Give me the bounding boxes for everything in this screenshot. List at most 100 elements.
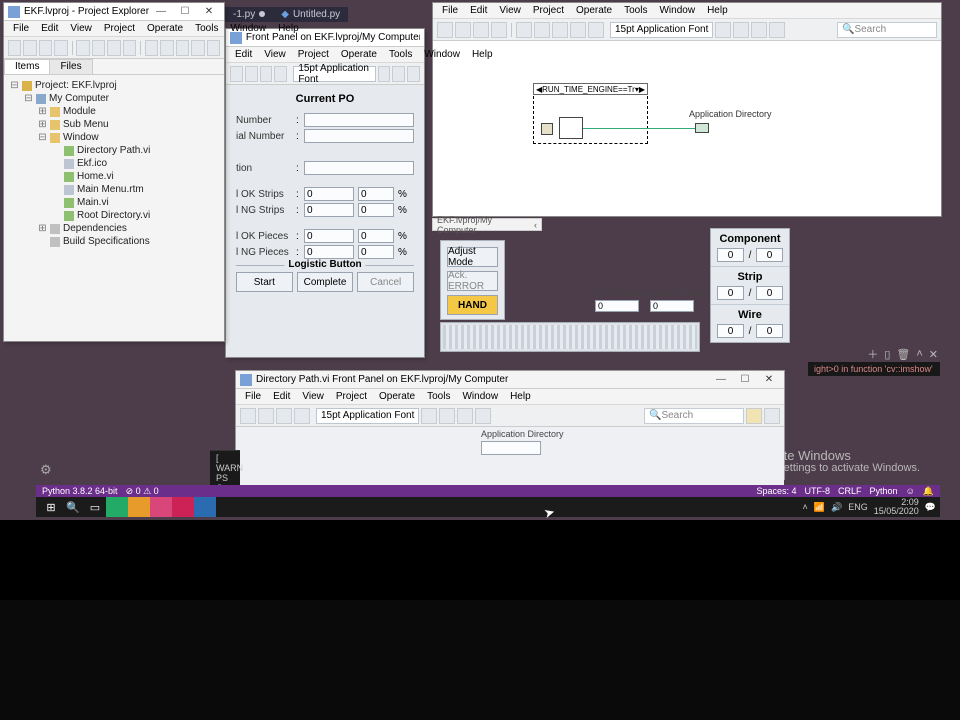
split-icon[interactable]: ▯ xyxy=(884,348,890,361)
vi-icon-button[interactable] xyxy=(764,408,780,424)
delete-button[interactable] xyxy=(123,40,136,56)
run-button[interactable] xyxy=(230,66,243,82)
run-button[interactable] xyxy=(240,408,256,424)
menu-help[interactable]: Help xyxy=(702,5,733,16)
menu-help[interactable]: Help xyxy=(505,391,536,402)
minimize-button[interactable]: — xyxy=(710,373,732,387)
menu-window[interactable]: Window xyxy=(654,5,700,16)
close-button[interactable]: ✕ xyxy=(758,373,780,387)
menu-operate[interactable]: Operate xyxy=(336,49,382,60)
volume-icon[interactable]: 🔊 xyxy=(831,502,842,513)
tree-homevi[interactable]: Home.vi xyxy=(77,170,114,183)
editor-tab-1[interactable]: -1.py xyxy=(225,7,273,22)
close-button[interactable]: ✕ xyxy=(198,5,220,19)
status-spaces[interactable]: Spaces: 4 xyxy=(757,486,797,497)
align-button[interactable] xyxy=(715,22,731,38)
pause-button[interactable] xyxy=(294,408,310,424)
pause-button[interactable] xyxy=(491,22,507,38)
case-next-icon[interactable]: ▶ xyxy=(639,85,645,94)
titlebar[interactable]: Directory Path.vi Front Panel on EKF.lvp… xyxy=(236,371,784,389)
menu-project[interactable]: Project xyxy=(331,391,372,402)
menu-tools[interactable]: Tools xyxy=(190,23,223,34)
number-input[interactable] xyxy=(304,113,414,127)
menu-view[interactable]: View xyxy=(65,23,97,34)
run-button[interactable] xyxy=(437,22,453,38)
tion-input[interactable] xyxy=(304,161,414,175)
taskbar-app-4[interactable] xyxy=(172,497,194,517)
ngstrips-pct-input[interactable] xyxy=(358,203,394,217)
menu-tools[interactable]: Tools xyxy=(384,49,417,60)
find-button[interactable] xyxy=(176,40,189,56)
feedback-icon[interactable]: ☺ xyxy=(906,486,915,497)
new-button[interactable] xyxy=(8,40,21,56)
highlight-button[interactable] xyxy=(516,22,532,38)
menu-edit[interactable]: Edit xyxy=(230,49,257,60)
wifi-icon[interactable]: 📶 xyxy=(814,502,825,513)
chevron-up-icon[interactable]: ˄ xyxy=(916,348,922,360)
tree-buildspec[interactable]: Build Specifications xyxy=(63,235,150,248)
project-breadcrumb[interactable]: EKF.lvproj/My Computer ‹ xyxy=(432,218,542,231)
menu-window[interactable]: Window xyxy=(457,391,503,402)
search-input[interactable]: 🔍 Search xyxy=(644,408,744,424)
okpieces-pct-input[interactable] xyxy=(358,229,394,243)
appdir-indicator[interactable] xyxy=(481,441,541,455)
minimize-button[interactable]: — xyxy=(150,5,172,19)
resolve-button[interactable] xyxy=(160,40,173,56)
tree-mainmenurtm[interactable]: Main Menu.rtm xyxy=(77,183,144,196)
menu-window[interactable]: Window xyxy=(419,49,465,60)
open-button[interactable] xyxy=(23,40,36,56)
menu-view[interactable]: View xyxy=(259,49,291,60)
indicator-terminal[interactable] xyxy=(695,123,709,133)
tree-module[interactable]: Module xyxy=(63,105,96,118)
status-problems[interactable]: ⊘ 0 ⚠ 0 xyxy=(126,486,159,497)
step-out-button[interactable] xyxy=(588,22,604,38)
distribute-button[interactable] xyxy=(392,66,405,82)
editor-tab-2[interactable]: ◆Untitled.py xyxy=(273,7,348,22)
menu-project[interactable]: Project xyxy=(293,49,334,60)
sliders[interactable] xyxy=(443,325,697,349)
taskbar-app-2[interactable] xyxy=(128,497,150,517)
align-button[interactable] xyxy=(378,66,391,82)
save-button[interactable] xyxy=(39,40,52,56)
abort-button[interactable] xyxy=(276,408,292,424)
component-count[interactable]: 0 xyxy=(717,248,744,262)
tree-ekfico[interactable]: Ekf.ico xyxy=(77,157,107,170)
filter-button[interactable] xyxy=(191,40,204,56)
case-selector[interactable]: ◀ RUN_TIME_ENGINE==True, De ▾ ▶ xyxy=(533,83,648,95)
expand-icon[interactable]: ⊞ xyxy=(38,105,47,118)
status-language[interactable]: Python xyxy=(870,486,898,497)
tree-dirpath[interactable]: Directory Path.vi xyxy=(77,144,150,157)
tray-language[interactable]: ENG xyxy=(848,502,868,512)
ack-error-button[interactable]: Ack. ERROR xyxy=(447,271,498,291)
menu-file[interactable]: File xyxy=(240,391,266,402)
reorder-button[interactable] xyxy=(751,22,767,38)
run-cont-button[interactable] xyxy=(245,66,258,82)
strip-count[interactable]: 0 xyxy=(717,286,744,300)
serial-input[interactable] xyxy=(304,129,414,143)
run-button[interactable] xyxy=(145,40,158,56)
menu-project[interactable]: Project xyxy=(528,5,569,16)
hand-button[interactable]: HAND xyxy=(447,295,498,315)
abort-button[interactable] xyxy=(260,66,273,82)
menu-view[interactable]: View xyxy=(297,391,329,402)
collapse-icon[interactable]: ⊟ xyxy=(38,131,47,144)
ngpieces-pct-input[interactable] xyxy=(358,245,394,259)
project-tree[interactable]: ⊟Project: EKF.lvproj ⊟My Computer ⊞Modul… xyxy=(4,75,224,252)
tree-window-folder[interactable]: Window xyxy=(63,131,99,144)
maximize-button[interactable]: ☐ xyxy=(174,5,196,19)
taskbar-vscode[interactable] xyxy=(194,497,216,517)
tab-files[interactable]: Files xyxy=(49,59,92,74)
align-button[interactable] xyxy=(421,408,437,424)
property-node[interactable] xyxy=(541,123,553,135)
taskbar-search-icon[interactable]: 🔍 xyxy=(62,497,84,517)
trash-icon[interactable]: 🗑 xyxy=(896,348,910,361)
tree-deps[interactable]: Dependencies xyxy=(63,222,127,235)
menu-operate[interactable]: Operate xyxy=(571,5,617,16)
tray-clock[interactable]: 2:09 15/05/2020 xyxy=(874,498,919,516)
ngstrips-input[interactable] xyxy=(304,203,354,217)
copy-button[interactable] xyxy=(92,40,105,56)
distribute-button[interactable] xyxy=(439,408,455,424)
run-cont-button[interactable] xyxy=(258,408,274,424)
resize-button[interactable] xyxy=(457,408,473,424)
pick-value[interactable]: 0 xyxy=(595,300,639,312)
